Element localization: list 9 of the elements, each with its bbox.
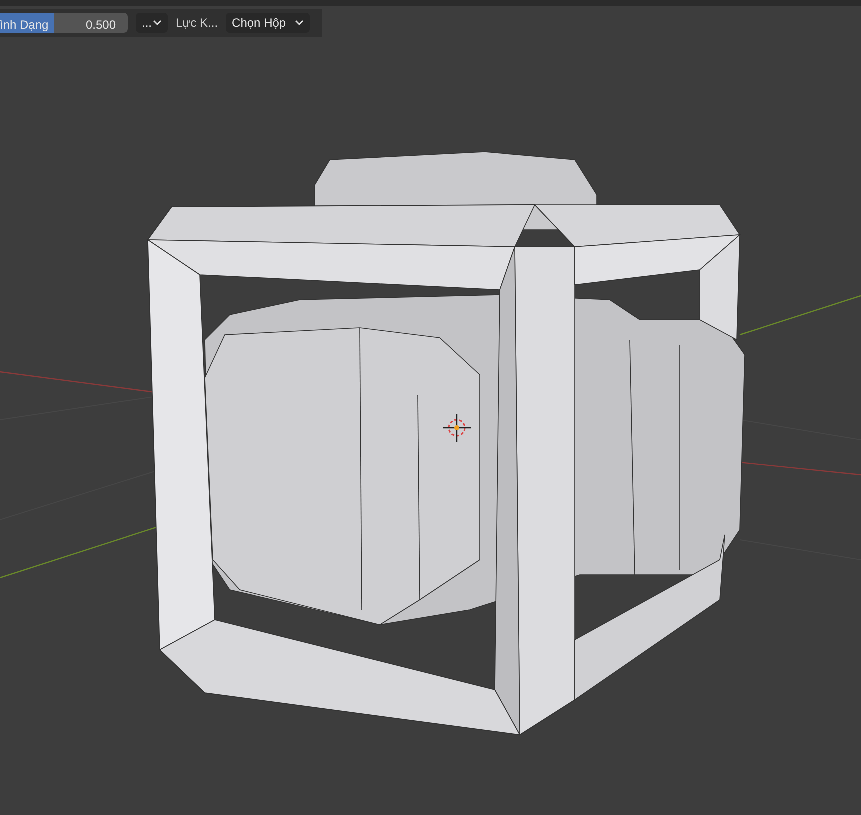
select-mode-dropdown[interactable]: Chọn Hộp (226, 13, 310, 33)
options-dropdown[interactable]: ... (136, 13, 168, 33)
cursor-crosshair-icon (443, 414, 471, 442)
slider-value: 0.500 (86, 17, 116, 33)
force-label: Lực K... (176, 15, 218, 32)
caret-icon (153, 20, 162, 26)
shape-slider[interactable]: ình Dạng 0.500 (0, 13, 128, 33)
slider-label: ình Dạng (0, 17, 49, 33)
caret-icon (295, 20, 304, 26)
